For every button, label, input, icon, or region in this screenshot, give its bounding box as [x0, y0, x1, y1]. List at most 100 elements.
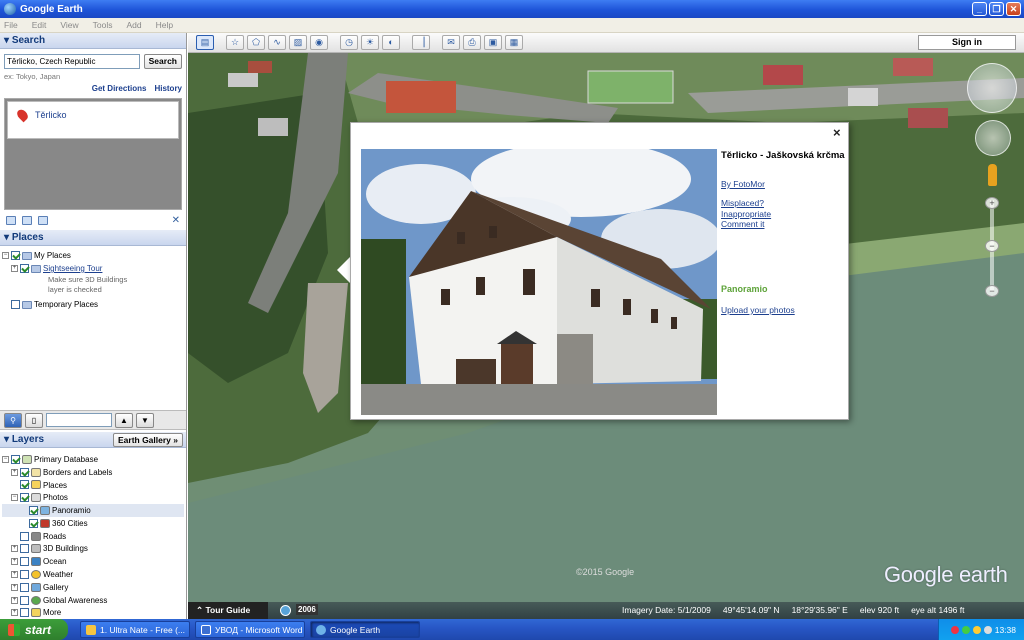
taskbar-item-player[interactable]: 1. Ultra Nate - Free (... [80, 621, 190, 638]
volume-icon[interactable] [983, 625, 992, 634]
clear-search-icon[interactable]: ✕ [172, 215, 180, 226]
expand-icon[interactable]: − [2, 252, 9, 259]
zoom-in-button[interactable]: + [985, 197, 999, 209]
image-overlay-icon[interactable]: ▨ [289, 35, 307, 50]
layer-label[interactable]: Ocean [43, 555, 67, 568]
save-image-icon[interactable]: ▣ [484, 35, 502, 50]
add-path-icon[interactable]: ∿ [268, 35, 286, 50]
layer-checkbox[interactable] [20, 493, 29, 503]
layer-label[interactable]: Borders and Labels [43, 466, 112, 479]
layer-checkbox[interactable] [29, 518, 38, 528]
layer-label[interactable]: Panoramio [52, 504, 91, 517]
clock[interactable]: 13:38 [995, 625, 1016, 635]
historical-imagery-icon[interactable]: ◷ [340, 35, 358, 50]
email-icon[interactable]: ✉ [442, 35, 460, 50]
layer-checkbox[interactable] [11, 454, 20, 464]
places-panel-header[interactable]: ▾ Places [0, 230, 186, 246]
layer-label[interactable]: Photos [43, 491, 68, 504]
layer-label[interactable]: Gallery [43, 581, 68, 594]
print-icon[interactable]: ⎙ [463, 35, 481, 50]
menu-view[interactable]: View [60, 20, 78, 30]
expand-icon[interactable]: + [11, 571, 18, 579]
expand-icon[interactable]: + [11, 609, 18, 617]
layer-label[interactable]: Roads [43, 530, 66, 543]
add-folder-icon[interactable] [6, 215, 16, 225]
close-window-button[interactable]: ✕ [1006, 2, 1021, 16]
taskbar-item-word[interactable]: УВОД - Microsoft Word [195, 621, 305, 638]
street-view-pegman-icon[interactable] [988, 164, 997, 186]
start-button[interactable]: start [0, 619, 68, 640]
move-up-icon[interactable]: ▲ [115, 412, 133, 428]
expand-icon[interactable]: + [11, 596, 18, 604]
expand-icon[interactable]: + [11, 265, 18, 272]
view-in-maps-icon[interactable]: ▦ [505, 35, 523, 50]
temporary-places-checkbox[interactable] [11, 300, 20, 309]
layer-checkbox[interactable] [29, 506, 38, 516]
record-tour-icon[interactable]: ◉ [310, 35, 328, 50]
my-places-checkbox[interactable] [11, 251, 20, 260]
sightseeing-tour-checkbox[interactable] [20, 264, 29, 273]
taskbar-item-google-earth[interactable]: Google Earth [310, 621, 420, 638]
look-around-control[interactable] [967, 63, 1017, 113]
move-control[interactable] [975, 120, 1011, 156]
expand-icon[interactable]: + [11, 558, 18, 566]
layer-label[interactable]: 3D Buildings [43, 542, 88, 555]
get-directions-link[interactable]: Get Directions [92, 84, 147, 93]
my-places-label[interactable]: My Places [34, 249, 71, 262]
ruler-icon[interactable]: ▕ [412, 35, 430, 50]
earth-gallery-button[interactable]: Earth Gallery » [112, 433, 183, 447]
layer-checkbox[interactable] [20, 544, 29, 554]
expand-icon[interactable]: − [11, 494, 18, 502]
zoom-handle[interactable]: − [985, 240, 999, 252]
expand-icon[interactable]: + [11, 468, 18, 476]
search-places-icon[interactable]: ⚲ [4, 412, 22, 428]
inappropriate-link[interactable]: Inappropriate [721, 209, 771, 220]
layer-checkbox[interactable] [20, 467, 29, 477]
tray-icon[interactable] [950, 625, 959, 634]
minimize-button[interactable]: _ [972, 2, 987, 16]
places-filter-input[interactable] [46, 413, 112, 427]
layer-label[interactable]: Places [43, 479, 67, 492]
layers-panel-header[interactable]: ▾ Layers Earth Gallery » [0, 432, 186, 448]
sunlight-icon[interactable]: ☀ [361, 35, 379, 50]
search-input[interactable] [4, 54, 140, 69]
panoramio-photo[interactable] [361, 149, 717, 415]
planets-icon[interactable]: ◐ [382, 35, 400, 50]
comment-link[interactable]: Comment it [721, 219, 764, 230]
layer-label[interactable]: Primary Database [34, 453, 98, 466]
layer-label[interactable]: More [43, 606, 61, 618]
menu-add[interactable]: Add [126, 20, 141, 30]
tray-icon[interactable] [972, 625, 981, 634]
add-placemark-icon[interactable]: ☆ [226, 35, 244, 50]
author-link[interactable]: By FotoMor [721, 179, 765, 190]
layer-label[interactable]: Weather [43, 568, 73, 581]
misplaced-link[interactable]: Misplaced? [721, 198, 764, 209]
search-panel-header[interactable]: ▾ Search [0, 33, 186, 49]
close-balloon-button[interactable]: × [833, 125, 841, 140]
menu-tools[interactable]: Tools [93, 20, 113, 30]
menu-help[interactable]: Help [156, 20, 173, 30]
expand-icon[interactable]: + [11, 545, 18, 553]
panel-toggle-icon[interactable]: ▯ [25, 412, 43, 428]
layer-label[interactable]: 360 Cities [52, 517, 88, 530]
upload-photos-link[interactable]: Upload your photos [721, 305, 795, 316]
search-button[interactable]: Search [143, 54, 182, 69]
expand-icon[interactable]: + [11, 583, 18, 591]
layer-checkbox[interactable] [20, 531, 29, 541]
print-icon[interactable] [38, 215, 48, 225]
temporary-places-label[interactable]: Temporary Places [34, 298, 98, 311]
menu-file[interactable]: File [4, 20, 18, 30]
copy-icon[interactable] [22, 215, 32, 225]
tour-guide-button[interactable]: ⌃ Tour Guide [188, 602, 268, 619]
layer-checkbox[interactable] [20, 582, 29, 592]
layer-checkbox[interactable] [20, 570, 29, 580]
layer-checkbox[interactable] [20, 480, 29, 490]
layer-label[interactable]: Global Awareness [43, 594, 107, 607]
search-result-item[interactable]: Těrlicko [7, 101, 179, 139]
search-result-label[interactable]: Těrlicko [35, 110, 67, 120]
historical-imagery-clock-icon[interactable] [280, 605, 291, 616]
layer-checkbox[interactable] [20, 608, 29, 618]
tray-icon[interactable] [961, 625, 970, 634]
layer-checkbox[interactable] [20, 595, 29, 605]
add-polygon-icon[interactable]: ⬠ [247, 35, 265, 50]
